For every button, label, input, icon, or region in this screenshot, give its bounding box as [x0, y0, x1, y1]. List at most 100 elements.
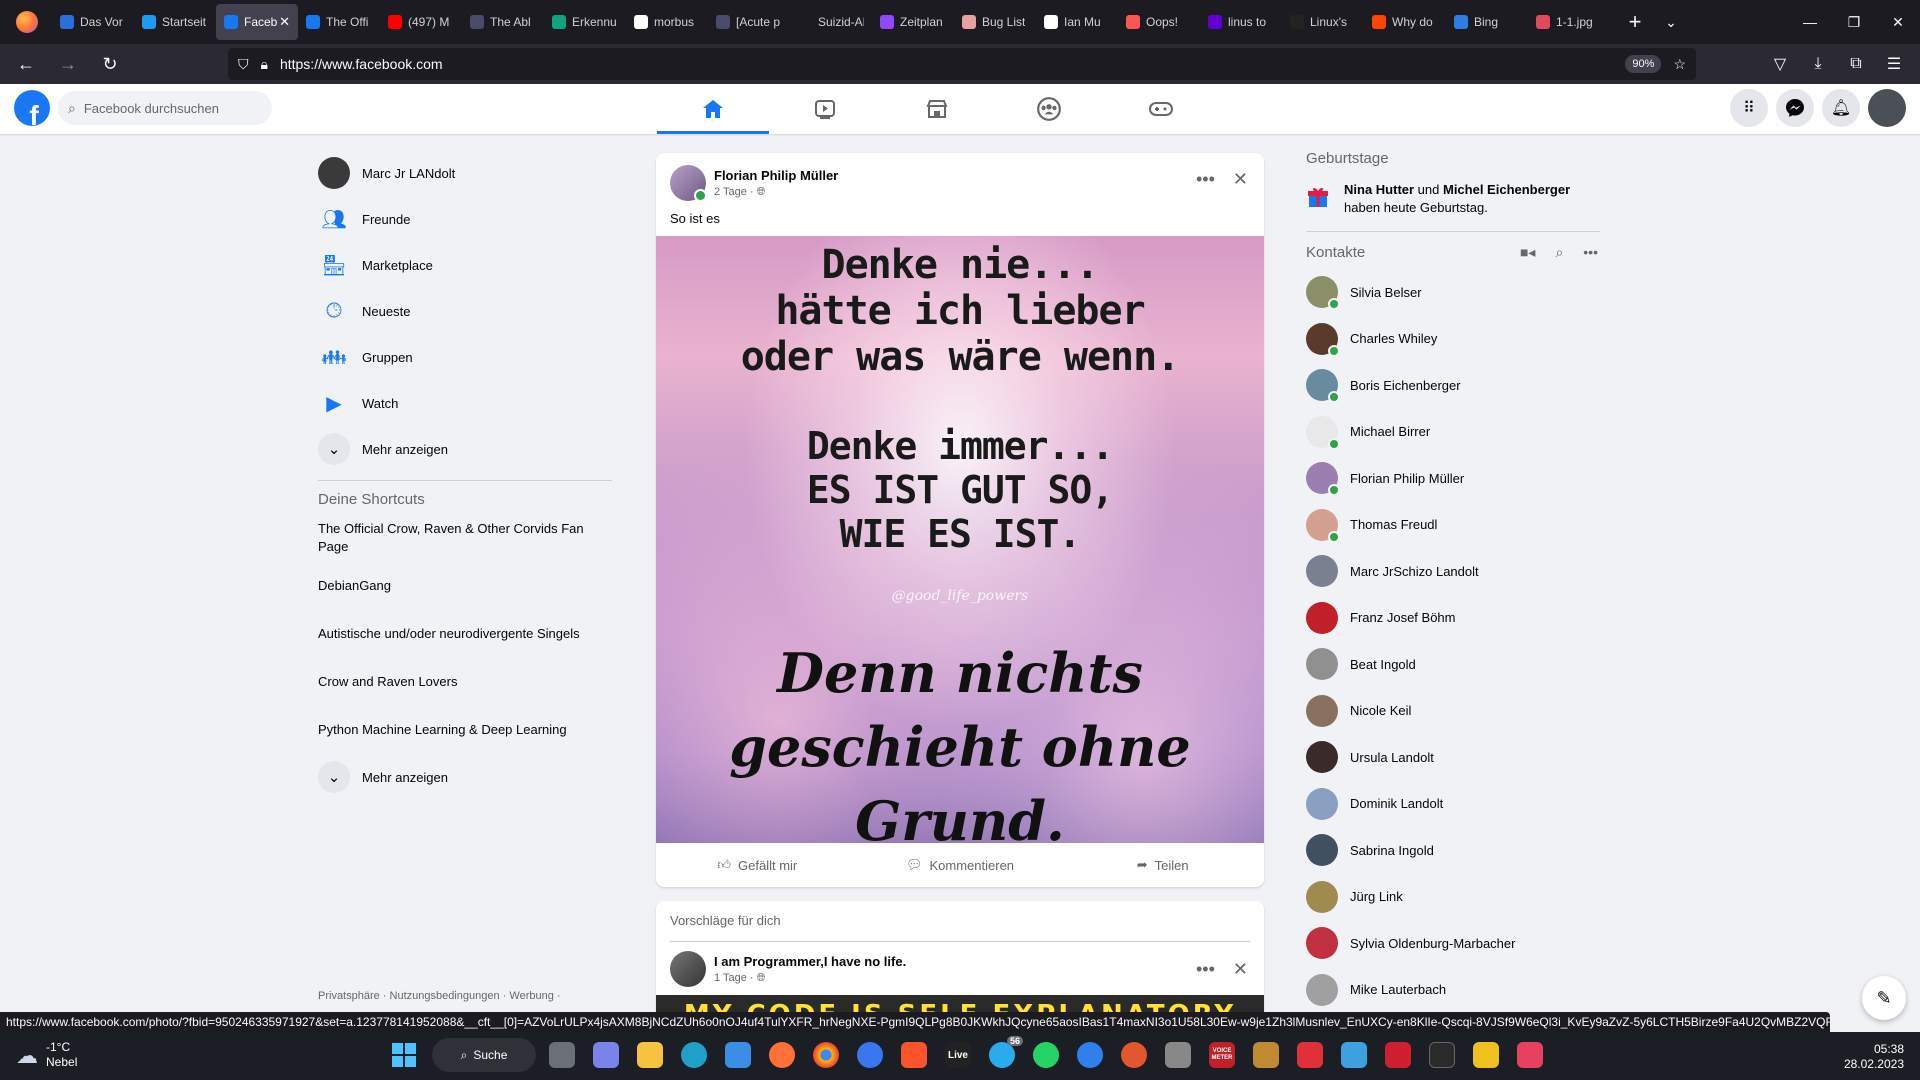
task-view-icon[interactable]: [549, 1042, 575, 1068]
contact-item[interactable]: Silvia Belser: [1306, 269, 1602, 316]
contact-item[interactable]: Franz Josef Böhm: [1306, 595, 1602, 642]
edge-icon[interactable]: [681, 1042, 707, 1068]
tab-watch[interactable]: [769, 84, 881, 134]
new-message-icon[interactable]: ✎: [1862, 976, 1906, 1020]
search-input[interactable]: [83, 100, 244, 116]
sidebar-item-marketplace[interactable]: 🏪︎ Marketplace: [318, 242, 614, 288]
firefox-taskbar-icon[interactable]: [769, 1042, 795, 1068]
birthday-name[interactable]: Michel Eichenberger: [1443, 182, 1570, 197]
facebook-search[interactable]: ⌕: [58, 91, 272, 125]
post-author[interactable]: Florian Philip Müller: [714, 168, 838, 183]
tab-groups[interactable]: [993, 84, 1105, 134]
close-icon[interactable]: ✕: [1233, 169, 1248, 190]
new-tab-icon[interactable]: +: [1620, 9, 1650, 35]
taskbar-search[interactable]: ⌕ Suche: [432, 1038, 536, 1072]
browser-tab[interactable]: The Offi: [298, 4, 380, 40]
browser-tab[interactable]: Startseit: [134, 4, 216, 40]
whatsapp-icon[interactable]: [1033, 1042, 1059, 1068]
contact-item[interactable]: Florian Philip Müller: [1306, 455, 1602, 502]
birthday-notice[interactable]: Nina Hutter und Michel Eichenberger habe…: [1306, 181, 1602, 217]
linux-icon[interactable]: [1473, 1042, 1499, 1068]
more-options-icon[interactable]: •••: [1196, 959, 1215, 980]
contact-item[interactable]: Marc JrSchizo Landolt: [1306, 548, 1602, 595]
app-icon[interactable]: [1385, 1042, 1411, 1068]
back-icon[interactable]: ←: [10, 48, 42, 80]
like-button[interactable]: 👍︎ Gefällt mir: [656, 843, 859, 887]
browser-tab[interactable]: Oops!: [1118, 4, 1200, 40]
contact-item[interactable]: Nicole Keil: [1306, 688, 1602, 735]
facebook-logo[interactable]: f: [14, 90, 50, 126]
shortcuts-more-button[interactable]: ⌄ Mehr anzeigen: [318, 754, 614, 800]
browser-tab[interactable]: [Acute p: [708, 4, 790, 40]
post-author[interactable]: I am Programmer,I have no life.: [714, 954, 906, 969]
firefox-icon[interactable]: [16, 11, 38, 33]
contact-item[interactable]: Jürg Link: [1306, 874, 1602, 921]
signal-icon[interactable]: [857, 1042, 883, 1068]
browser-tab[interactable]: Zeitplan: [872, 4, 954, 40]
app-icon[interactable]: [1121, 1042, 1147, 1068]
browser-tab[interactable]: Das Vor: [52, 4, 134, 40]
browser-tab[interactable]: morbus: [626, 4, 708, 40]
birthday-name[interactable]: Nina Hutter: [1344, 182, 1414, 197]
contact-item[interactable]: Charles Whiley: [1306, 316, 1602, 363]
browser-tab[interactable]: linus to: [1200, 4, 1282, 40]
post-time[interactable]: 2 Tage: [714, 186, 747, 198]
browser-tab[interactable]: (497) M: [380, 4, 462, 40]
voicemeeter-icon[interactable]: VOICE METER: [1209, 1042, 1235, 1068]
extensions-icon[interactable]: ⧉: [1840, 48, 1872, 80]
author-avatar[interactable]: [670, 165, 707, 202]
share-button[interactable]: ➦ Teilen: [1061, 843, 1264, 887]
footer-links[interactable]: Privatsphäre · Nutzungsbedingungen · Wer…: [318, 990, 618, 1002]
contact-item[interactable]: Sylvia Oldenburg-Marbacher: [1306, 920, 1602, 967]
close-window-icon[interactable]: ✕: [1876, 14, 1920, 31]
post-time[interactable]: 1 Tage: [714, 972, 747, 984]
downloads-icon[interactable]: ⤓: [1802, 48, 1834, 80]
shortcut-item[interactable]: Python Machine Learning & Deep Learning: [318, 706, 614, 754]
system-clock[interactable]: 05:38 28.02.2023: [1844, 1042, 1904, 1072]
zoom-badge[interactable]: 90%: [1625, 55, 1662, 73]
teams-chat-icon[interactable]: [593, 1042, 619, 1068]
file-explorer-icon[interactable]: [637, 1042, 663, 1068]
lock-icon[interactable]: 🔒︎: [261, 56, 268, 73]
account-avatar[interactable]: [1868, 89, 1906, 127]
notifications-bell-icon[interactable]: 🔔︎: [1822, 89, 1860, 127]
chrome-icon[interactable]: [813, 1042, 839, 1068]
close-icon[interactable]: ✕: [1233, 959, 1248, 980]
browser-tab[interactable]: Linux's: [1282, 4, 1364, 40]
windows-start-icon[interactable]: [392, 1043, 416, 1067]
menu-icon[interactable]: ☰: [1878, 48, 1910, 80]
browser-tab[interactable]: Bug List: [954, 4, 1036, 40]
reload-icon[interactable]: ↻: [94, 48, 126, 80]
weather-widget[interactable]: ☁ -1°C Nebel: [16, 1040, 77, 1070]
help-icon[interactable]: [1341, 1042, 1367, 1068]
browser-tab[interactable]: Ian Mu: [1036, 4, 1118, 40]
url-text[interactable]: https://www.facebook.com: [280, 56, 443, 72]
contact-item[interactable]: Thomas Freudl: [1306, 502, 1602, 549]
sidebar-item-gruppen[interactable]: 👪︎ Gruppen: [318, 334, 614, 380]
pdf-icon[interactable]: [1297, 1042, 1323, 1068]
contact-item[interactable]: Michael Birrer: [1306, 409, 1602, 456]
terminal-icon[interactable]: [1429, 1042, 1455, 1068]
restore-icon[interactable]: ❐: [1832, 14, 1876, 31]
forward-icon[interactable]: →: [52, 48, 84, 80]
tab-home[interactable]: [657, 84, 769, 134]
sidebar-item-freunde[interactable]: 👥︎ Freunde: [318, 196, 614, 242]
url-bar[interactable]: ⛉ 🔒︎ https://www.facebook.com 90% ☆: [228, 48, 1696, 80]
video-call-icon[interactable]: ■◂: [1520, 244, 1535, 261]
store-icon[interactable]: [725, 1042, 751, 1068]
post-image[interactable]: Denke nie... hätte ich lieber oder was wär…: [656, 236, 1264, 843]
browser-tab[interactable]: Faceb ✕: [216, 4, 298, 40]
sidebar-more-button[interactable]: ⌄ Mehr anzeigen: [318, 426, 614, 472]
sidebar-item-neueste[interactable]: 🕒︎ Neueste: [318, 288, 614, 334]
contact-item[interactable]: Mike Lauterbach: [1306, 967, 1602, 1014]
more-options-icon[interactable]: •••: [1583, 244, 1598, 261]
shortcut-item[interactable]: The Official Crow, Raven & Other Corvids…: [318, 514, 614, 562]
author-avatar[interactable]: [670, 951, 706, 987]
contact-item[interactable]: Sabrina Ingold: [1306, 827, 1602, 874]
browser-tab[interactable]: Why do: [1364, 4, 1446, 40]
shortcut-item[interactable]: DebianGang: [318, 562, 614, 610]
contact-item[interactable]: Dominik Landolt: [1306, 781, 1602, 828]
search-icon[interactable]: ⌕: [1555, 244, 1563, 261]
more-options-icon[interactable]: •••: [1196, 169, 1215, 190]
shortcut-item[interactable]: Crow and Raven Lovers: [318, 658, 614, 706]
